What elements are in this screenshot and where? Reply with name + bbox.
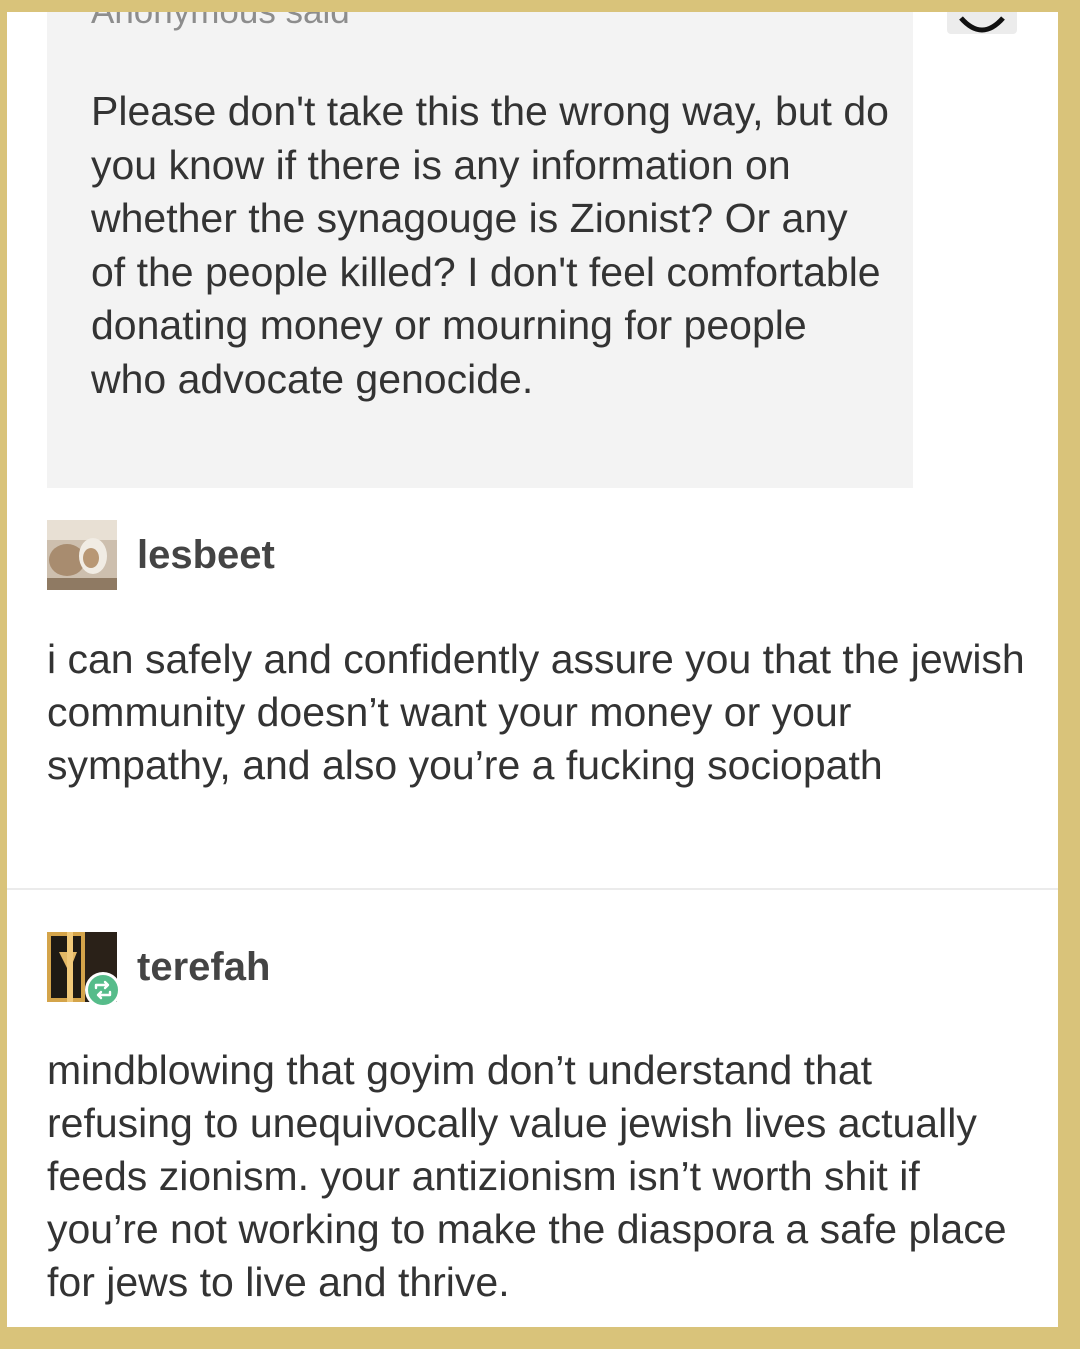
post-body-terefah: mindblowing that goyim don’t understand … bbox=[47, 1047, 1007, 1305]
user-avatar-photo[interactable] bbox=[47, 932, 121, 1008]
ask-text: Please don't take this the wrong way, bu… bbox=[91, 88, 889, 402]
post-header-terefah: terefah bbox=[47, 932, 270, 1008]
username[interactable]: lesbeet bbox=[137, 533, 275, 577]
user-avatar-photo[interactable] bbox=[47, 520, 117, 590]
reblog-icon bbox=[85, 972, 121, 1008]
ask-box: Anonymous said Please don't take this th… bbox=[47, 12, 913, 488]
post-card: Anonymous said Please don't take this th… bbox=[7, 12, 1058, 1327]
ask-sender: Anonymous said bbox=[91, 12, 350, 32]
username[interactable]: terefah bbox=[137, 945, 270, 989]
post-header-lesbeet: lesbeet bbox=[47, 520, 275, 590]
anonymous-avatar-icon[interactable] bbox=[947, 12, 1017, 34]
divider bbox=[7, 888, 1058, 890]
post-body-lesbeet: i can safely and confidently assure you … bbox=[47, 636, 1025, 788]
